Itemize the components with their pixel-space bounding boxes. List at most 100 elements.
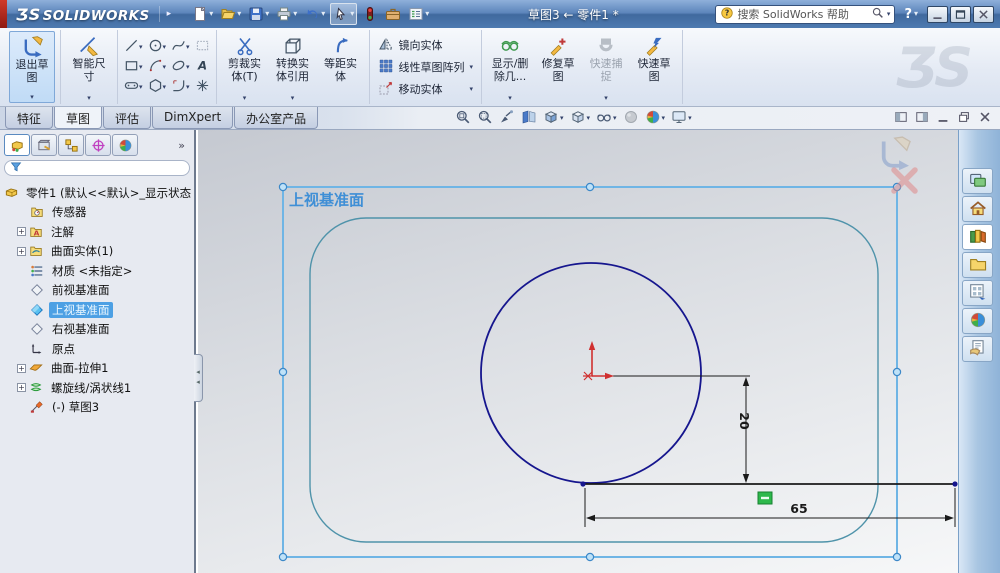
fillet-tool-button[interactable]: ▾ xyxy=(170,78,191,96)
tree-item-annotations[interactable]: + A 注解 xyxy=(4,222,192,242)
expand-icon[interactable]: + xyxy=(17,363,26,373)
dimension-65-value[interactable]: 65 xyxy=(790,501,807,516)
polygon-tool-button[interactable]: ▾ xyxy=(147,78,168,96)
restore-button[interactable] xyxy=(957,110,971,124)
dropdown-icon[interactable]: ▾ xyxy=(350,10,354,18)
dropdown-icon[interactable]: ▾ xyxy=(613,115,617,122)
search-dropdown-icon[interactable]: ▾ xyxy=(887,10,891,18)
tree-item-label[interactable]: 前视基准面 xyxy=(49,282,113,298)
exit-sketch-button[interactable]: 退出草图 ▾ xyxy=(9,31,55,103)
dropdown-icon[interactable]: ▾ xyxy=(265,10,269,18)
minimize-button[interactable] xyxy=(936,110,950,124)
mirror-entities-button[interactable]: 镜向实体 xyxy=(375,35,477,56)
tree-item-plane[interactable]: 前视基准面 xyxy=(4,281,192,301)
fm-tab-configuration-manager[interactable] xyxy=(58,134,84,156)
graphics-viewport[interactable]: 上视基准面 20 65 xyxy=(198,130,1000,573)
dropdown-icon[interactable]: ▾ xyxy=(470,85,474,93)
tree-item-label[interactable]: 曲面实体(1) xyxy=(48,243,116,259)
dropdown-icon[interactable]: ▾ xyxy=(186,43,190,51)
display-style-button[interactable]: ▾ xyxy=(570,109,590,128)
menu-expand-icon[interactable]: ▸ xyxy=(158,6,179,22)
ellipse-tool-button[interactable]: ▾ xyxy=(170,58,191,76)
cancel-sketch-icon[interactable] xyxy=(891,167,918,194)
dropdown-icon[interactable]: ▾ xyxy=(30,94,34,101)
hide-show-items-button[interactable]: ▾ xyxy=(596,109,617,128)
tree-item-label[interactable]: 材质 <未指定> xyxy=(49,263,135,279)
display-delete-relations-button[interactable]: 显示/删除几... ▾ xyxy=(487,31,533,103)
offset-entities-button[interactable]: 等距实体 xyxy=(318,31,364,103)
maximize-button[interactable] xyxy=(950,5,971,23)
zoom-selected-button[interactable] xyxy=(499,109,515,128)
dropdown-icon[interactable]: ▾ xyxy=(237,10,241,18)
dropdown-icon[interactable]: ▾ xyxy=(139,43,143,51)
tree-item-sensors[interactable]: 传感器 xyxy=(4,203,192,223)
file-explorer-tab[interactable] xyxy=(962,252,993,278)
dropdown-icon[interactable]: ▾ xyxy=(209,10,213,18)
dropdown-icon[interactable]: ▾ xyxy=(560,115,564,122)
sketch-origin[interactable] xyxy=(583,341,614,381)
undo-button[interactable]: ▾ xyxy=(302,3,327,25)
options-button[interactable]: ▾ xyxy=(406,3,431,25)
design-library-tab[interactable] xyxy=(962,224,993,250)
tree-item-surface-folder[interactable]: + 曲面实体(1) xyxy=(4,242,192,262)
viewport-left-button[interactable] xyxy=(894,110,908,124)
dropdown-icon[interactable]: ▾ xyxy=(291,95,295,102)
tab-草图[interactable]: 草图 xyxy=(54,107,103,129)
smart-dimension-button[interactable]: 智能尺寸 ▾ xyxy=(66,31,112,103)
tab-评估[interactable]: 评估 xyxy=(103,107,152,129)
dropdown-icon[interactable]: ▾ xyxy=(470,63,474,71)
rectangle-tool-button[interactable]: ▾ xyxy=(123,58,144,76)
dropdown-icon[interactable]: ▾ xyxy=(163,43,167,51)
arc-tool-button[interactable]: ▾ xyxy=(147,58,168,76)
save-button[interactable]: ▾ xyxy=(246,3,271,25)
select-box-tool-button[interactable] xyxy=(194,38,211,56)
tree-item-label[interactable]: 注解 xyxy=(48,224,77,240)
expand-icon[interactable]: + xyxy=(17,227,26,237)
move-entities-button[interactable]: 移动实体 ▾ xyxy=(375,79,477,100)
new-document-button[interactable]: ▾ xyxy=(190,3,215,25)
sketch-canvas[interactable]: 上视基准面 20 65 xyxy=(198,130,1000,573)
open-button[interactable]: ▾ xyxy=(218,3,243,25)
circle-tool-button[interactable]: ▾ xyxy=(147,38,168,56)
dropdown-icon[interactable]: ▾ xyxy=(139,83,143,91)
tree-root-item[interactable]: 零件1 (默认<<默认>_显示状态 xyxy=(4,183,192,203)
tree-item-label[interactable]: 上视基准面 xyxy=(49,301,113,318)
search-input[interactable]: ? 搜索 SolidWorks 帮助 ▾ xyxy=(715,4,896,24)
dropdown-icon[interactable]: ▾ xyxy=(293,10,297,18)
dropdown-icon[interactable]: ▾ xyxy=(163,83,167,91)
close-button[interactable] xyxy=(973,5,994,23)
tree-item-plane[interactable]: 右视基准面 xyxy=(4,320,192,340)
confirm-exit-sketch-icon[interactable] xyxy=(881,136,911,171)
section-view-button[interactable] xyxy=(521,109,537,128)
spline-tool-button[interactable]: ▾ xyxy=(170,38,191,56)
apply-scene-button[interactable]: ▾ xyxy=(645,109,666,128)
panel-splitter-handle[interactable]: ◂ ◂ xyxy=(194,354,203,402)
home-tab[interactable] xyxy=(962,196,993,222)
toolbox-button[interactable] xyxy=(383,3,403,25)
line-tool-button[interactable]: ▾ xyxy=(123,38,144,56)
text-tool-button[interactable]: A xyxy=(194,58,211,76)
line-endpoint[interactable] xyxy=(952,481,958,487)
tree-item-origin[interactable]: 原点 xyxy=(4,339,192,359)
tree-item-label[interactable]: 传感器 xyxy=(49,204,90,220)
appearances-scenes-tab[interactable] xyxy=(962,308,993,334)
dropdown-icon[interactable]: ▾ xyxy=(186,83,190,91)
select-button[interactable]: ▾ xyxy=(330,3,358,25)
rapid-sketch-button[interactable]: 快速草图 xyxy=(631,31,677,103)
dropdown-icon[interactable]: ▾ xyxy=(662,115,666,122)
line-endpoint[interactable] xyxy=(580,481,586,487)
dropdown-icon[interactable]: ▾ xyxy=(139,63,143,71)
tree-item-sketch[interactable]: (-) 草图3 xyxy=(4,398,192,418)
minimize-button[interactable] xyxy=(927,5,948,23)
tree-item-material[interactable]: 材质 <未指定> xyxy=(4,261,192,281)
linear-sketch-pattern-button[interactable]: 线性草图阵列 ▾ xyxy=(375,57,477,78)
dropdown-icon[interactable]: ▾ xyxy=(425,10,429,18)
dimension-20[interactable] xyxy=(600,375,750,481)
view-palette-tab[interactable] xyxy=(962,280,993,306)
dropdown-icon[interactable]: ▾ xyxy=(87,95,91,102)
view-settings-button[interactable]: ▾ xyxy=(671,109,692,128)
instant3d-button[interactable] xyxy=(360,3,380,25)
custom-properties-tab[interactable] xyxy=(962,336,993,362)
dropdown-icon[interactable]: ▾ xyxy=(243,95,247,102)
fm-tab-feature-tree[interactable] xyxy=(4,134,30,156)
